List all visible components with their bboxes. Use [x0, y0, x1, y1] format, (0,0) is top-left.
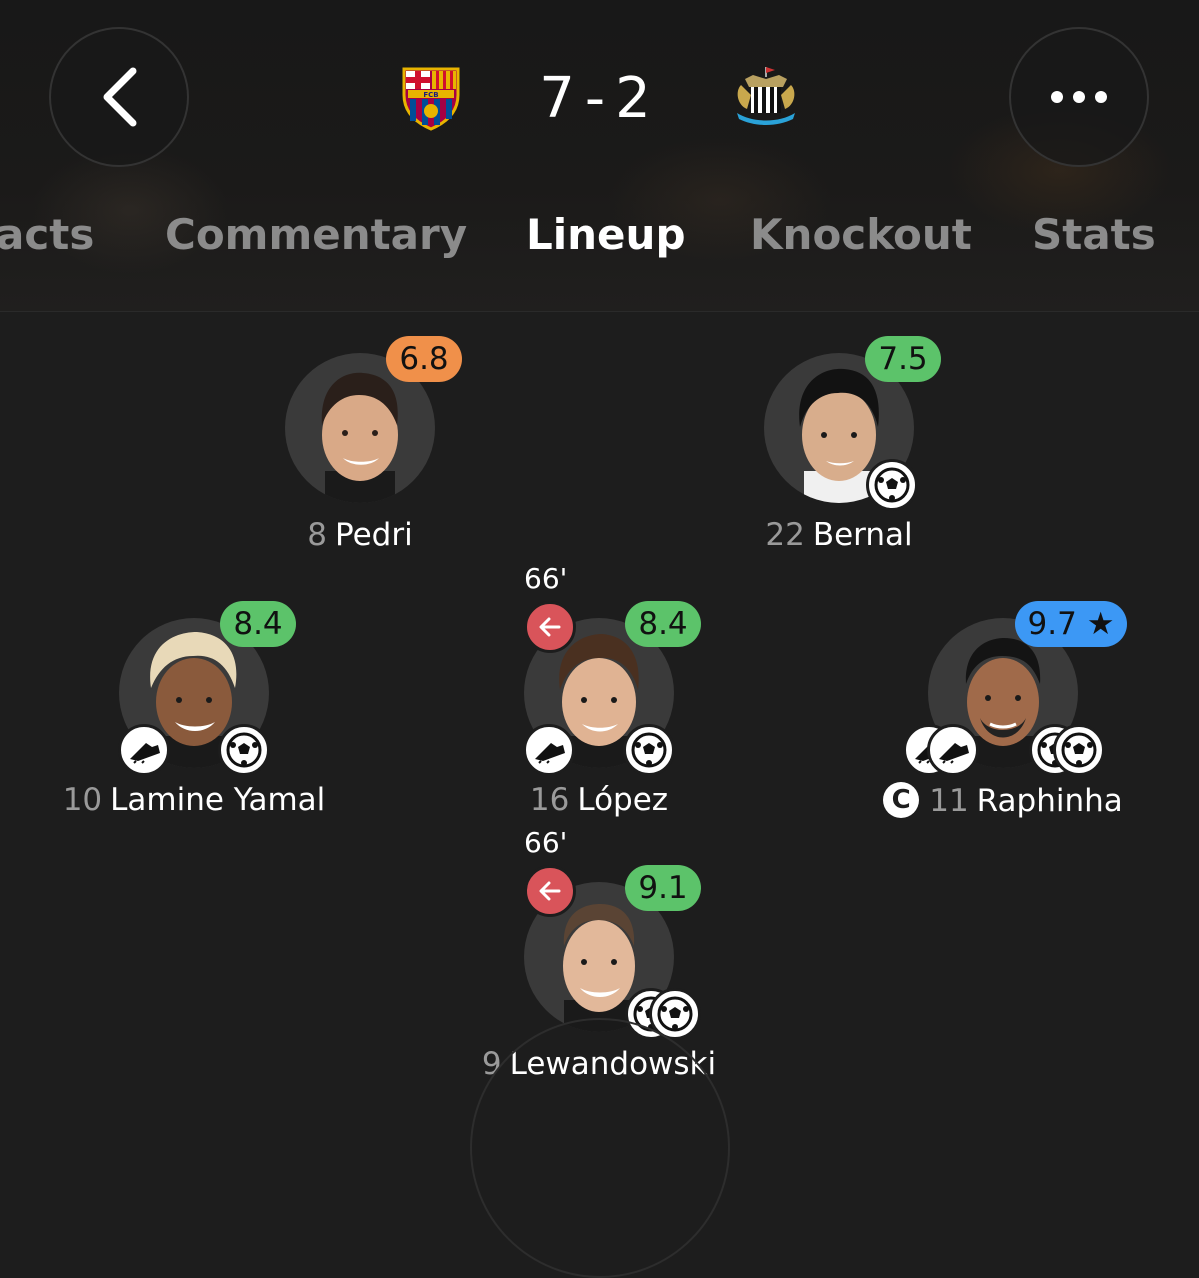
shirt-number: 8 [307, 517, 328, 553]
score: 7-2 [505, 66, 695, 131]
rating-badge: 9.7 ★ [1015, 601, 1127, 647]
tab-stats[interactable]: Stats [1032, 210, 1156, 259]
score-separator: - [584, 66, 616, 131]
assist-boot-icon [927, 724, 979, 776]
barcelona-crest-icon[interactable]: FCB [400, 65, 462, 135]
rating-badge: 8.4 [220, 601, 296, 647]
goal-ball-icon [623, 724, 675, 776]
tab-lineup[interactable]: Lineup [526, 210, 686, 259]
more-dots-icon [1051, 91, 1107, 103]
rating-badge: 6.8 [386, 336, 462, 382]
player-card-lopez[interactable]: 66' 8.4 16 López [449, 562, 749, 828]
assist-boot-icon [523, 724, 575, 776]
sub-time: 66' [524, 562, 568, 595]
player-name: Lamine Yamal [110, 782, 326, 818]
shirt-number: 22 [765, 517, 805, 553]
match-header: FCB 7-2 acts Commentary Lineup Knockout … [0, 0, 1199, 312]
goal-ball-icon [218, 724, 270, 776]
chevron-left-icon [103, 67, 137, 127]
tab-facts[interactable]: acts [0, 210, 94, 259]
tab-commentary[interactable]: Commentary [165, 210, 467, 259]
goal-ball-icon [866, 459, 918, 511]
rating-value: 9.7 [1027, 606, 1077, 642]
player-name: Bernal [812, 517, 913, 553]
player-card-pedri[interactable]: 6.8 8 Pedri [210, 336, 510, 563]
shirt-number: 16 [529, 782, 570, 818]
svg-text:FCB: FCB [423, 91, 438, 99]
tab-knockout[interactable]: Knockout [750, 210, 972, 259]
rating-badge: 8.4 [625, 601, 701, 647]
subbed-off-icon [524, 601, 576, 653]
player-name-label: C 11 Raphinha [753, 782, 1199, 819]
star-icon: ★ [1086, 606, 1115, 642]
assist-boot-icon [118, 724, 170, 776]
player-name: Pedri [335, 517, 413, 553]
away-score: 2 [615, 66, 661, 131]
shirt-number: 10 [62, 782, 103, 818]
shirt-number: 11 [929, 783, 969, 819]
player-card-bernal[interactable]: 7.5 22 Bernal [689, 336, 989, 563]
captain-badge: C [883, 782, 920, 818]
sub-time: 66' [524, 826, 568, 859]
player-name-label: 8 Pedri [110, 517, 610, 553]
player-name-label: 22 Bernal [589, 517, 1089, 553]
pitch-center-circle [470, 1018, 730, 1278]
goal-ball-icon [1053, 724, 1105, 776]
player-card-lamine-yamal[interactable]: 8.4 10 Lamine Yamal [44, 601, 344, 828]
player-name: Raphinha [976, 783, 1123, 819]
home-score: 7 [539, 66, 585, 131]
newcastle-crest-icon[interactable] [733, 65, 799, 133]
subbed-off-icon [524, 865, 576, 917]
back-button[interactable] [49, 27, 189, 167]
more-options-button[interactable] [1009, 27, 1149, 167]
rating-badge: 9.1 [625, 865, 701, 911]
rating-badge: 7.5 [865, 336, 941, 382]
player-card-raphinha[interactable]: 9.7 ★ C 11 Raphinha [853, 601, 1153, 828]
player-name: López [577, 782, 669, 818]
